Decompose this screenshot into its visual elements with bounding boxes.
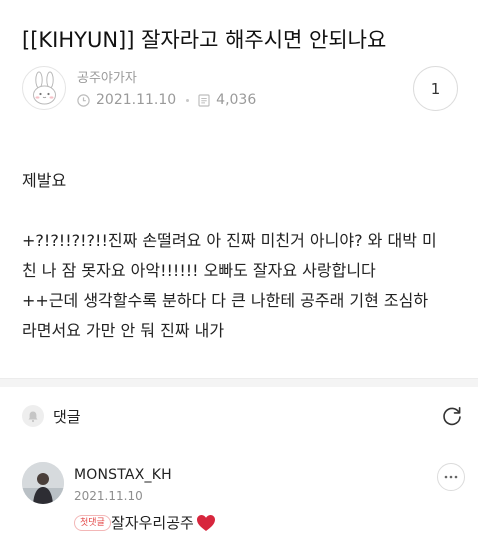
- comments-header: 댓글: [22, 405, 81, 427]
- post-author[interactable]: 공주야가자: [77, 67, 137, 86]
- refresh-icon: [443, 407, 461, 426]
- refresh-button[interactable]: [440, 404, 464, 428]
- more-dots-icon: [444, 475, 458, 479]
- document-views-icon: [198, 93, 210, 107]
- comment-date: 2021.11.10: [74, 489, 143, 503]
- post-meta: 2021.11.10 4,036: [77, 92, 256, 108]
- author-avatar[interactable]: [22, 66, 66, 110]
- comment-count-button[interactable]: 1: [413, 66, 458, 111]
- post-date: 2021.11.10: [96, 92, 177, 108]
- comment-text: 잘자우리공주: [111, 514, 194, 532]
- post-views: 4,036: [216, 92, 257, 108]
- post-title: [[KIHYUN]] 잘자라고 해주시면 안되나요: [22, 28, 387, 52]
- bunny-avatar-icon: [33, 71, 56, 105]
- comment-author[interactable]: MONSTAX_KH: [74, 467, 172, 483]
- comment-more-button[interactable]: [437, 463, 465, 491]
- comment-text-row: 잘자우리공주: [111, 512, 216, 533]
- section-divider: [0, 378, 478, 387]
- meta-separator: [186, 98, 190, 102]
- first-comment-badge: 첫댓글: [74, 515, 111, 531]
- post-body: 제발요 +?!?!!?!?!!진짜 손떨려요 아 진짜 미친거 아니야? 와 대…: [22, 166, 462, 346]
- comments-label: 댓글: [53, 407, 81, 426]
- post-body-blank-line: [22, 196, 462, 226]
- bell-icon[interactable]: [22, 405, 44, 427]
- post-body-line: 친 나 잠 못자요 아악!!!!!! 오빠도 잘자요 사랑합니다: [22, 261, 376, 280]
- post-body-line: 라면서요 가만 안 둬 진짜 내가: [22, 321, 225, 340]
- post-body-line: ++근데 생각할수록 분하다 다 큰 나한테 공주래 기현 조심하: [22, 291, 429, 310]
- red-heart-icon: [196, 514, 215, 531]
- post-body-line: 제발요: [22, 171, 67, 190]
- profile-photo-icon: [22, 462, 64, 504]
- post-body-line: +?!?!!?!?!!진짜 손떨려요 아 진짜 미친거 아니야? 와 대박 미: [22, 231, 437, 250]
- clock-icon: [77, 93, 90, 107]
- commenter-avatar[interactable]: [22, 462, 64, 504]
